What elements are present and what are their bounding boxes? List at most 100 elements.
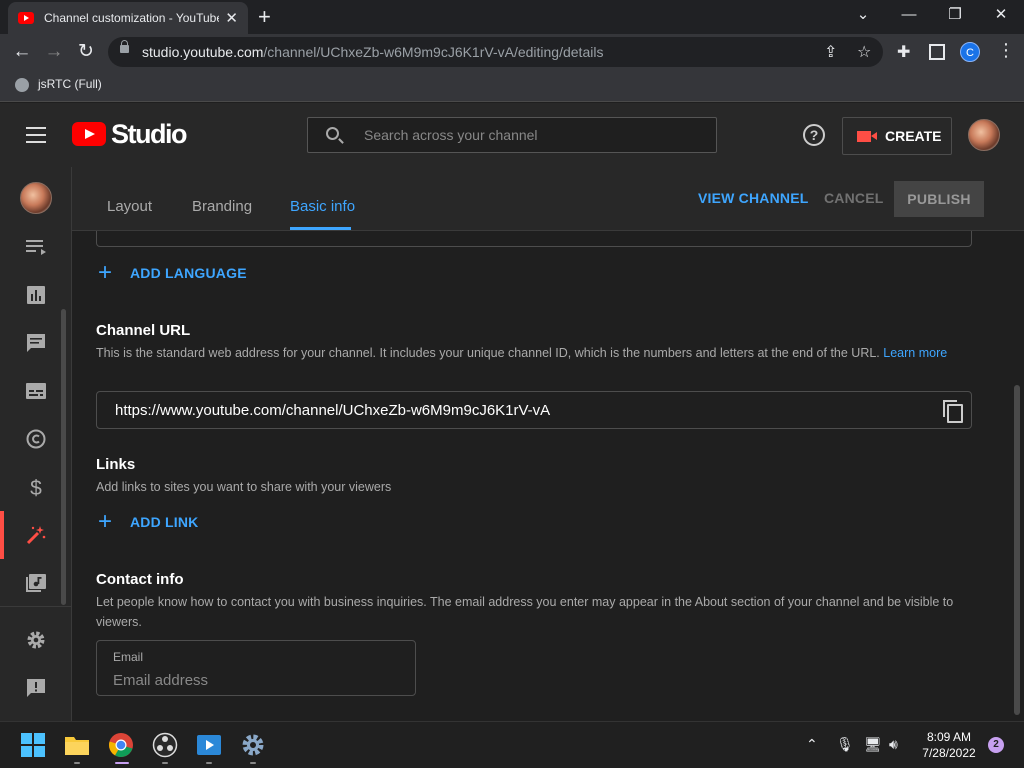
- taskbar-clock[interactable]: 8:09 AM 7/28/2022: [914, 729, 984, 761]
- browser-profile-avatar[interactable]: C: [960, 42, 980, 62]
- forward-arrow-icon[interactable]: →: [42, 40, 66, 64]
- file-explorer-icon[interactable]: [64, 732, 90, 758]
- share-icon[interactable]: ⇪: [824, 42, 837, 62]
- reload-icon[interactable]: ↻: [74, 40, 98, 64]
- sidebar-item-feedback[interactable]: [0, 664, 72, 712]
- volume-icon[interactable]: 🔊︎: [889, 736, 898, 753]
- add-language-label: ADD LANGUAGE: [130, 265, 247, 281]
- channel-avatar[interactable]: [20, 182, 52, 214]
- subtitles-icon: [26, 383, 46, 399]
- search-input[interactable]: [364, 118, 704, 152]
- tray-chevron-up-icon[interactable]: ⌃: [806, 736, 818, 753]
- main-scrollbar[interactable]: [1014, 385, 1020, 715]
- channel-url-description: This is the standard web address for you…: [96, 346, 948, 360]
- obs-icon[interactable]: [152, 732, 178, 758]
- youtube-logo-icon[interactable]: [72, 122, 106, 146]
- active-indicator: [0, 511, 4, 559]
- browser-tab-title: Channel customization - YouTube: [44, 11, 219, 25]
- search-box[interactable]: [307, 117, 717, 153]
- studio-header: Studio ? CREATE: [0, 103, 1024, 167]
- audio-library-icon: [26, 574, 46, 592]
- settings-gear-icon: [27, 631, 45, 649]
- help-icon[interactable]: ?: [803, 124, 825, 146]
- email-field[interactable]: Email: [96, 640, 416, 696]
- sidebar-item-settings[interactable]: [0, 616, 72, 664]
- create-button-label: CREATE: [885, 128, 942, 144]
- globe-icon: [15, 78, 29, 92]
- publish-button[interactable]: PUBLISH: [894, 181, 984, 217]
- view-channel-button[interactable]: VIEW CHANNEL: [698, 190, 809, 206]
- new-tab-icon[interactable]: +: [258, 4, 271, 30]
- account-avatar[interactable]: [968, 119, 1000, 151]
- learn-more-link[interactable]: Learn more: [883, 346, 947, 360]
- bookmarks-bar: jsRTC (Full): [0, 70, 1024, 102]
- restore-window-icon[interactable]: ❐: [932, 4, 978, 26]
- left-sidebar: $: [0, 167, 72, 721]
- browser-toolbar: ← → ↻ studio.youtube.com/channel/UChxeZb…: [0, 34, 1024, 70]
- plus-icon: +: [98, 508, 113, 535]
- comments-icon: [27, 334, 45, 352]
- dashboard-icon: [26, 240, 46, 255]
- copyright-icon: [26, 429, 46, 449]
- links-description: Add links to sites you want to share wit…: [96, 480, 392, 494]
- address-url[interactable]: studio.youtube.com/channel/UChxeZb-w6M9m…: [142, 44, 603, 60]
- close-window-icon[interactable]: ✕: [978, 4, 1024, 26]
- back-arrow-icon[interactable]: ←: [10, 40, 34, 64]
- video-camera-icon: [857, 130, 877, 142]
- active-app-indicator: [115, 762, 129, 764]
- links-title: Links: [96, 456, 136, 473]
- side-panel-icon[interactable]: [929, 44, 945, 60]
- running-indicator: [250, 762, 256, 764]
- cancel-button[interactable]: CANCEL: [824, 190, 884, 206]
- network-icon[interactable]: 🖥︎: [864, 736, 882, 753]
- browser-tab[interactable]: Channel customization - YouTube ✕: [8, 2, 248, 34]
- copy-icon[interactable]: [943, 400, 963, 423]
- tab-search-chevron-icon[interactable]: ⌄: [840, 4, 886, 26]
- minimize-window-icon[interactable]: —: [886, 4, 932, 26]
- channel-url-field[interactable]: https://www.youtube.com/channel/UChxeZb-…: [96, 391, 972, 429]
- add-language-button[interactable]: + ADD LANGUAGE: [98, 261, 247, 285]
- contact-info-description: Let people know how to contact you with …: [96, 595, 954, 629]
- create-button[interactable]: CREATE: [842, 117, 952, 155]
- close-tab-icon[interactable]: ✕: [225, 9, 238, 27]
- channel-url-title: Channel URL: [96, 322, 191, 339]
- email-input[interactable]: [113, 669, 403, 691]
- video-editor-icon[interactable]: [196, 732, 222, 758]
- add-link-button[interactable]: + ADD LINK: [98, 510, 198, 534]
- svg-text:$: $: [30, 477, 42, 497]
- chrome-icon[interactable]: [108, 732, 134, 758]
- bookmark-star-icon[interactable]: ☆: [857, 42, 871, 62]
- clock-date: 7/28/2022: [922, 746, 976, 760]
- active-tab-underline: [290, 227, 351, 230]
- sidebar-divider: [0, 606, 72, 607]
- dollar-icon: $: [30, 477, 42, 497]
- tab-branding[interactable]: Branding: [192, 198, 252, 215]
- email-label: Email: [113, 650, 144, 664]
- bookmark-item[interactable]: jsRTC (Full): [38, 77, 102, 91]
- feedback-icon: [27, 679, 45, 697]
- youtube-favicon-icon: [18, 12, 34, 24]
- lock-icon[interactable]: [120, 40, 129, 53]
- analytics-icon: [27, 286, 45, 304]
- customization-tabs-bar: Layout Branding Basic info VIEW CHANNEL …: [72, 167, 1024, 231]
- extensions-puzzle-icon[interactable]: ✚: [897, 42, 910, 62]
- running-indicator: [206, 762, 212, 764]
- studio-logo-text[interactable]: Studio: [111, 119, 187, 150]
- notification-badge[interactable]: 2: [988, 737, 1004, 753]
- channel-url-value: https://www.youtube.com/channel/UChxeZb-…: [115, 402, 551, 419]
- browser-tab-strip: Channel customization - YouTube ✕ + ⌄ — …: [0, 0, 1024, 34]
- add-link-label: ADD LINK: [130, 514, 199, 530]
- windows-start-icon[interactable]: [20, 732, 46, 758]
- sidebar-scrollbar[interactable]: [61, 309, 66, 605]
- clock-time: 8:09 AM: [926, 730, 972, 744]
- windows-taskbar: ⌃ 🎙︎ 🖥︎ 🔊︎ 8:09 AM 7/28/2022 2: [0, 721, 1024, 768]
- contact-info-title: Contact info: [96, 571, 184, 588]
- address-bar[interactable]: studio.youtube.com/channel/UChxeZb-w6M9m…: [108, 37, 883, 67]
- sidebar-item-dashboard[interactable]: [0, 223, 72, 271]
- menu-hamburger-icon[interactable]: [26, 127, 46, 143]
- tab-layout[interactable]: Layout: [107, 198, 152, 215]
- tab-basic-info[interactable]: Basic info: [290, 198, 355, 215]
- settings-app-icon[interactable]: [240, 732, 266, 758]
- microphone-icon[interactable]: 🎙︎: [836, 736, 854, 753]
- browser-menu-icon[interactable]: ⋮: [997, 40, 1015, 61]
